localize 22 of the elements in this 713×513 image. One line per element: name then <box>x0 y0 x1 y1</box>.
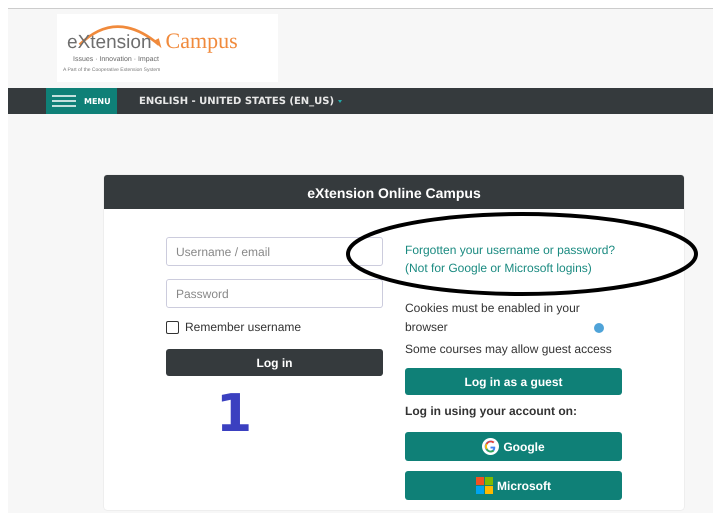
remember-label: Remember username <box>185 320 302 334</box>
remember-checkbox[interactable] <box>166 320 179 334</box>
language-menu[interactable]: ENGLISH - UNITED STATES (EN_US) <box>139 96 334 106</box>
google-icon <box>482 438 500 455</box>
brand-name: eXtension <box>67 32 152 53</box>
microsoft-icon <box>476 477 493 494</box>
cookies-note: Cookies must be enabled in your browser <box>405 300 581 336</box>
microsoft-login-button[interactable]: Microsoft <box>405 471 622 500</box>
providers-label: Log in using your account on: <box>405 404 578 418</box>
username-field[interactable]: Username / email <box>166 237 383 266</box>
annotation-number: 1 <box>216 388 252 440</box>
caret-icon <box>338 100 342 102</box>
forgot-link[interactable]: Forgotten your username or password? (Not for Google or Microsoft logins) <box>405 241 623 277</box>
password-field[interactable]: Password <box>166 279 383 308</box>
product-name: Campus <box>166 28 238 54</box>
menu-button[interactable]: MENU <box>46 88 117 114</box>
guest-button[interactable]: Log in as a guest <box>405 368 622 395</box>
google-login-button[interactable]: Google <box>405 432 622 461</box>
login-button[interactable]: Log in <box>166 349 383 376</box>
menu-icon <box>52 95 76 107</box>
guest-note: Some courses may allow guest access <box>405 341 613 358</box>
card-title: eXtension Online Campus <box>104 175 684 209</box>
